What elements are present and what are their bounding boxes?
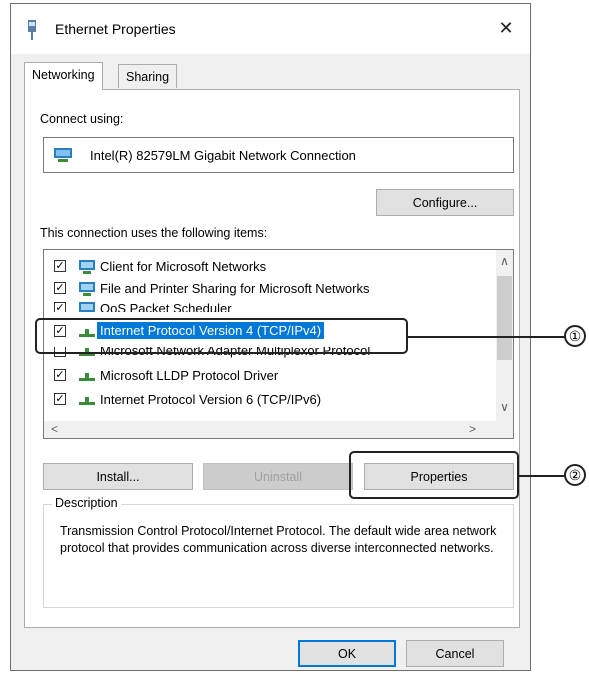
chevron-right-icon[interactable]: >	[464, 422, 481, 436]
checkbox[interactable]: ✓	[54, 393, 66, 405]
list-item[interactable]: ✓ Microsoft LLDP Protocol Driver	[44, 365, 484, 387]
tab-networking[interactable]: Networking	[24, 62, 103, 90]
description-legend: Description	[52, 496, 121, 510]
list-item-label: Internet Protocol Version 6 (TCP/IPv6)	[100, 392, 322, 407]
checkbox[interactable]: ✓	[54, 282, 66, 294]
scrollbar-thumb[interactable]	[497, 276, 512, 360]
list-item[interactable]: ✓ File and Printer Sharing for Microsoft…	[44, 278, 484, 300]
callout-box-1	[35, 318, 408, 354]
adapter-field: Intel(R) 82579LM Gigabit Network Connect…	[43, 137, 514, 173]
horizontal-scrollbar[interactable]: < >	[44, 421, 513, 438]
description-text: Transmission Control Protocol/Internet P…	[60, 524, 497, 555]
network-service-icon	[79, 302, 95, 312]
callout-line-2	[518, 475, 565, 477]
list-item[interactable]: ✓ Client for Microsoft Networks	[44, 256, 484, 278]
checkbox[interactable]: ✓	[54, 369, 66, 381]
protocol-icon	[79, 397, 95, 405]
checkbox[interactable]: ✓	[54, 260, 66, 272]
items-label: This connection uses the following items…	[40, 226, 268, 240]
install-button[interactable]: Install...	[43, 463, 193, 490]
list-item[interactable]: ✓ QoS Packet Scheduler	[44, 298, 484, 312]
title-bar: Ethernet Properties ✕	[11, 4, 530, 54]
tab-sharing[interactable]: Sharing	[118, 64, 178, 88]
description-group: Description Transmission Control Protoco…	[43, 496, 514, 608]
protocol-icon	[79, 373, 95, 381]
network-adapter-icon	[54, 148, 72, 162]
network-service-icon	[79, 282, 95, 296]
list-item-label: QoS Packet Scheduler	[100, 301, 232, 312]
chevron-down-icon[interactable]: ∨	[496, 400, 513, 414]
close-icon[interactable]: ✕	[494, 16, 518, 40]
callout-number-1: ①	[564, 325, 586, 347]
network-client-icon	[79, 260, 95, 274]
cancel-button[interactable]: Cancel	[406, 640, 504, 667]
window-title: Ethernet Properties	[55, 21, 176, 37]
networking-panel: Connect using: Intel(R) 82579LM Gigabit …	[24, 89, 520, 628]
checkbox[interactable]: ✓	[54, 302, 66, 312]
chevron-up-icon[interactable]: ∧	[496, 254, 513, 268]
ok-button[interactable]: OK	[298, 640, 396, 667]
list-item-label: File and Printer Sharing for Microsoft N…	[100, 281, 370, 296]
callout-number-2: ②	[564, 464, 586, 486]
list-item[interactable]: ✓ Internet Protocol Version 6 (TCP/IPv6)	[44, 389, 484, 411]
connect-using-label: Connect using:	[40, 112, 124, 126]
callout-line-1	[407, 336, 565, 338]
configure-button[interactable]: Configure...	[376, 189, 514, 216]
adapter-name: Intel(R) 82579LM Gigabit Network Connect…	[90, 148, 356, 163]
list-item-label: Client for Microsoft Networks	[100, 259, 267, 274]
callout-box-2	[349, 451, 519, 499]
chevron-left-icon[interactable]: <	[46, 422, 63, 436]
list-item-label: Microsoft LLDP Protocol Driver	[100, 368, 279, 383]
network-adapter-icon	[28, 20, 36, 40]
uninstall-button[interactable]: Uninstall	[203, 463, 353, 490]
